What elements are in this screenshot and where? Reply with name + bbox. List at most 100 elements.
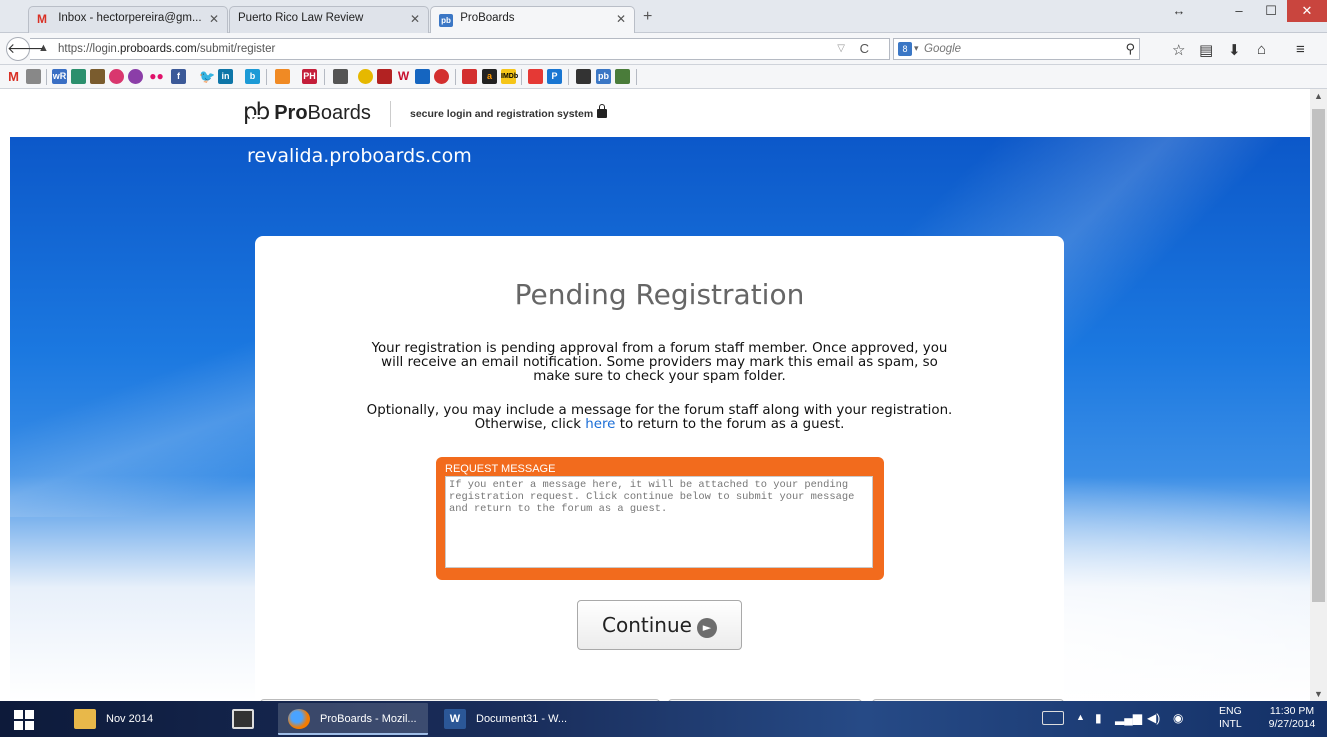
window-close-button[interactable]: ✕ [1287,0,1327,22]
search-engine-icon[interactable]: 8 [898,42,912,56]
bookmark-icon[interactable] [462,69,477,84]
page-title: Pending Registration [514,278,805,311]
tab-bar: M Inbox - hectorpereira@gm... ✕ Puerto R… [0,0,1327,34]
word-icon: W [444,709,466,729]
bookmark-icon[interactable] [71,69,86,84]
chevron-down-icon[interactable]: ▾ [914,43,919,54]
network-icon[interactable]: ◉ [1173,711,1183,725]
tab-inbox[interactable]: M Inbox - hectorpereira@gm... ✕ [28,6,228,33]
bookmark-icon[interactable]: W [396,69,411,84]
bookmark-separator [568,69,569,85]
device-icon[interactable]: ▮ [1095,711,1102,725]
page-scrollbar[interactable]: ▲ ▼ [1310,89,1327,701]
taskbar-item-firefox[interactable]: ProBoards - Mozil... [278,703,428,735]
resize-icon[interactable]: ↔ [1162,0,1196,22]
forum-url: revalida.proboards.com [247,145,472,167]
bookmark-icon[interactable] [377,69,392,84]
pending-info-text: Your registration is pending approval fr… [371,341,948,384]
bookmark-icon[interactable]: PH [302,69,317,84]
bookmark-icon[interactable] [128,69,143,84]
language-indicator[interactable]: ENG INTL [1219,705,1242,731]
url-bar[interactable]: ▲ https://login.proboards.com/submit/reg… [30,38,890,60]
bookmark-icon[interactable] [90,69,105,84]
url-dropdown-icon[interactable]: ▽ [837,43,845,54]
back-button[interactable]: 🡐 [6,37,45,61]
linkedin-icon[interactable]: in [218,69,233,84]
taskbar-item-folder[interactable]: Nov 2014 [64,703,209,735]
bookmark-separator [521,69,522,85]
taskbar: Nov 2014 ProBoards - Mozil... W Document… [0,701,1327,737]
bookmark-separator [455,69,456,85]
bookmark-separator [324,69,325,85]
continue-button[interactable]: Continue ► [577,600,742,650]
bookmark-separator [266,69,267,85]
bookmark-icon[interactable] [109,69,124,84]
folder-icon [74,709,96,729]
request-message-textarea[interactable] [445,476,873,568]
gmail-bookmark-icon[interactable]: M [6,69,21,84]
bookmarks-menu-icon[interactable]: ▤ [1199,41,1213,59]
taskbar-item-media[interactable] [222,703,268,735]
facebook-icon[interactable]: f [171,69,186,84]
maximize-button[interactable]: ☐ [1254,0,1288,22]
bookmark-icon[interactable] [528,69,543,84]
bookmark-icon[interactable]: P [547,69,562,84]
tab-label: Inbox - hectorpereira@gm... [58,12,202,24]
clock[interactable]: 11:30 PM 9/27/2014 [1261,705,1323,731]
scrollbar-thumb[interactable] [1312,109,1325,602]
amazon-icon[interactable]: a [482,69,497,84]
continue-label: Continue [602,613,692,637]
bookmark-icon[interactable] [333,69,348,84]
proboards-icon: pb [439,14,453,27]
bookmark-icon[interactable] [275,69,290,84]
new-tab-button[interactable]: + [643,8,652,26]
keyboard-icon[interactable] [1042,711,1064,725]
nav-bar: ▲ https://login.proboards.com/submit/reg… [0,33,1327,65]
close-icon[interactable]: ✕ [616,12,626,26]
scroll-down-icon[interactable]: ▼ [1310,689,1327,699]
windows-start-icon[interactable] [14,710,34,730]
imdb-icon[interactable]: IMDb [501,69,518,84]
search-bar[interactable]: 8 ▾ ⚲ [893,38,1140,60]
tab-label: ProBoards [460,12,515,24]
bookmark-icon[interactable]: b [245,69,260,84]
search-input[interactable] [924,41,1104,57]
twitter-icon[interactable]: 🐦 [199,69,215,84]
bookmark-icon[interactable] [415,69,430,84]
flickr-icon[interactable]: ●● [149,69,164,84]
tab-label: Puerto Rico Law Review [238,12,364,24]
header-tagline: secure login and registration system [410,104,608,120]
taskbar-item-word[interactable]: W Document31 - W... [434,703,584,735]
volume-icon[interactable]: ◀) [1147,711,1160,725]
tab-law-review[interactable]: Puerto Rico Law Review ✕ [229,6,429,33]
close-icon[interactable]: ✕ [209,12,219,26]
proboards-bookmark-icon[interactable]: pb [596,69,611,84]
signal-icon[interactable]: ▂▄▆ [1115,711,1142,725]
bookmark-icon[interactable] [576,69,591,84]
header-divider [390,101,391,127]
download-icon[interactable]: ⬇ [1228,41,1241,59]
bookmark-separator [46,69,47,85]
bookmark-icon[interactable] [615,69,630,84]
close-icon[interactable]: ✕ [410,12,420,26]
reload-icon[interactable]: C [860,41,869,56]
return-as-guest-link[interactable]: here [585,417,615,432]
scroll-up-icon[interactable]: ▲ [1310,91,1327,101]
wordreference-icon[interactable]: wR [52,69,67,84]
request-message-box: REQUEST MESSAGE [436,457,884,580]
show-hidden-icons-icon[interactable]: ▲ [1076,712,1085,722]
pending-registration-card: Pending Registration Your registration i… [255,236,1064,701]
url-text[interactable]: https://login.proboards.com/submit/regis… [58,43,275,55]
home-icon[interactable]: ⌂ [1257,41,1266,58]
bookmark-icon[interactable] [26,69,41,84]
forum-title: Forum [247,109,336,142]
bookmark-star-icon[interactable]: ☆ [1172,41,1185,59]
tab-proboards[interactable]: pb ProBoards ✕ [430,6,635,34]
proboards-header: pb ProBoards secure login and registratio… [0,89,1310,137]
minimize-button[interactable]: – [1222,0,1256,22]
search-icon[interactable]: ⚲ [1125,41,1135,57]
menu-icon[interactable]: ≡ [1296,41,1305,58]
bookmark-icon[interactable] [358,69,373,84]
bookmark-icon[interactable] [434,69,449,84]
lock-icon [597,104,608,118]
